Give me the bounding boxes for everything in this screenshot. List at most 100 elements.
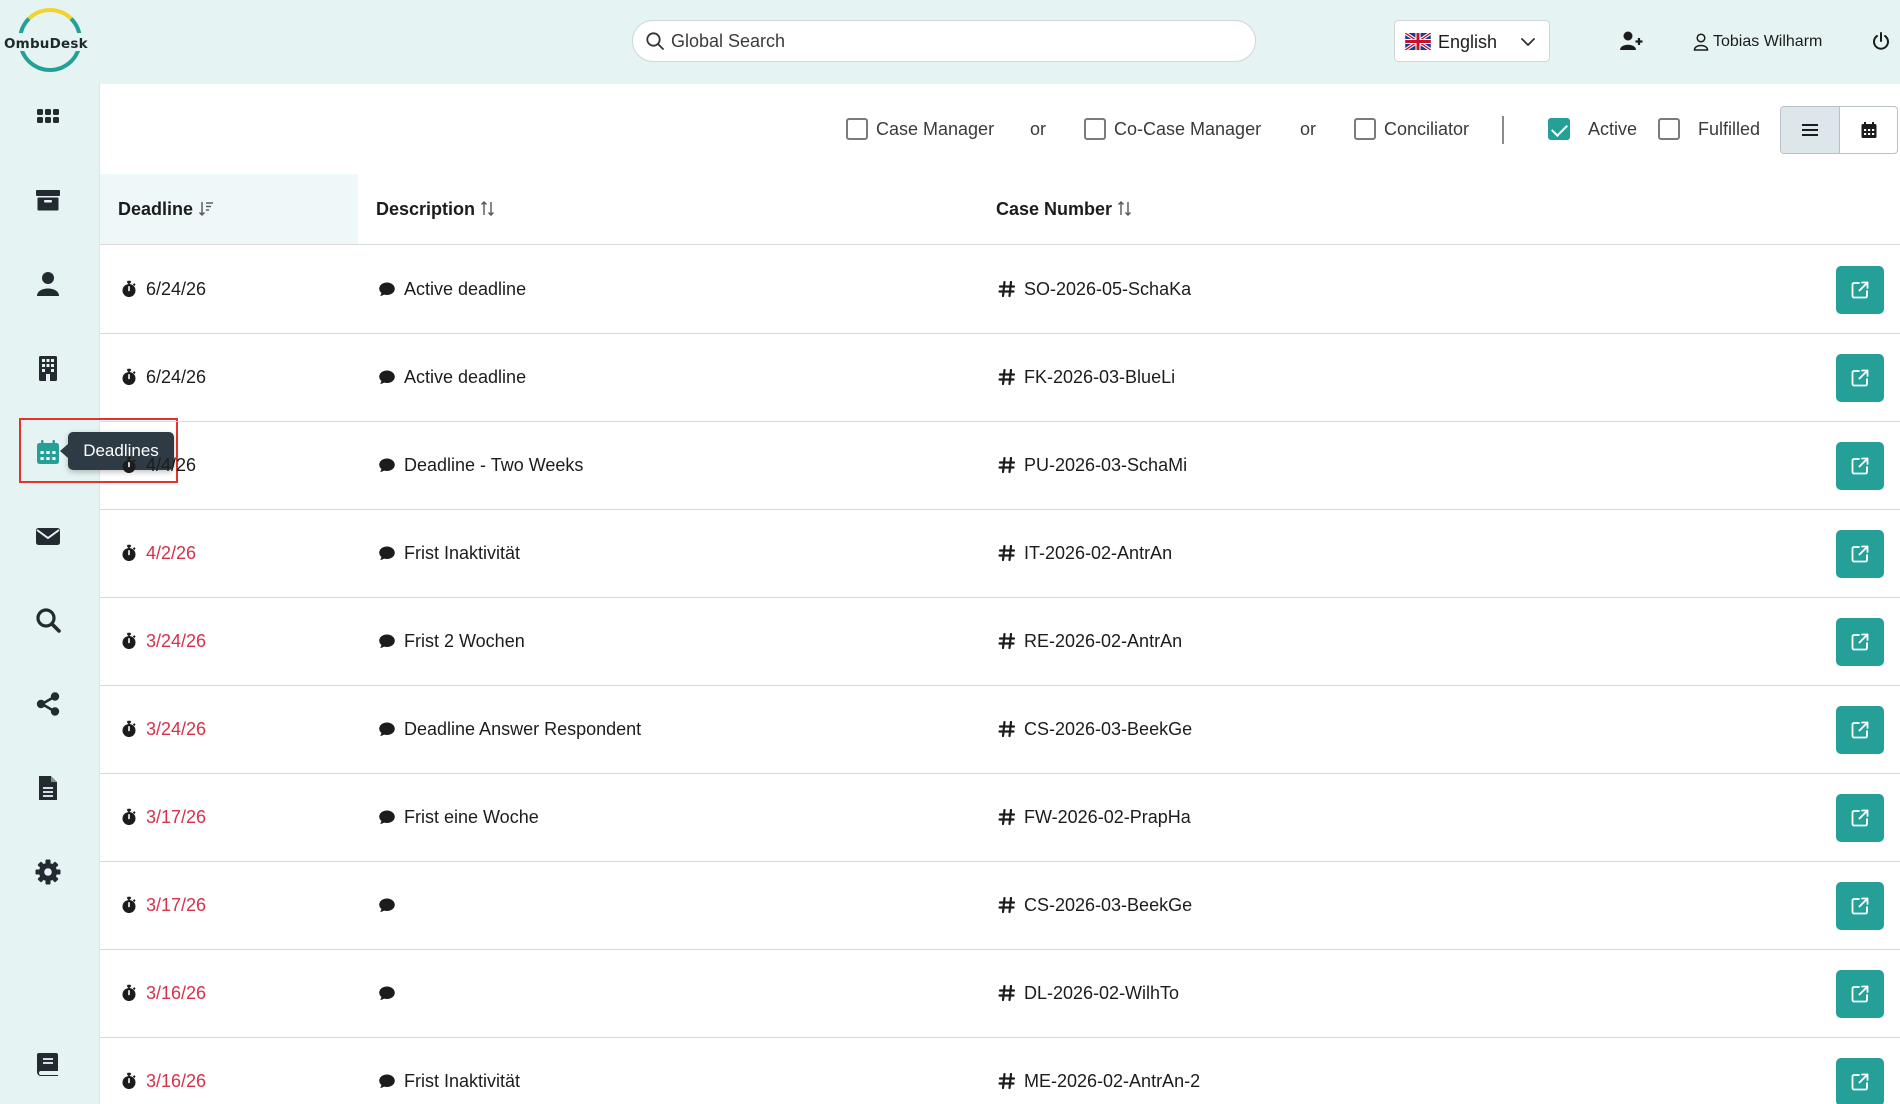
or-separator: or — [1030, 119, 1047, 139]
add-user-icon[interactable] — [1619, 30, 1643, 52]
external-link-icon — [1851, 897, 1869, 915]
sidebar-item-handbook[interactable] — [28, 1044, 68, 1084]
sidebar-item-persons[interactable] — [28, 264, 68, 304]
language-select[interactable]: English — [1394, 20, 1550, 62]
deadline-cell: 4/4/26 — [120, 422, 196, 508]
calendar-view-button[interactable] — [1839, 107, 1897, 153]
fulfilled-checkbox[interactable] — [1658, 118, 1680, 140]
case-number-cell: FK-2026-03-BlueLi — [998, 334, 1175, 420]
comment-icon — [379, 546, 395, 561]
sidebar-item-share[interactable] — [28, 684, 68, 724]
table-row: 4/4/26 Deadline - Two Weeks PU-2026-03-S… — [100, 422, 1900, 510]
gear-icon — [35, 859, 61, 885]
fulfilled-label[interactable]: Fulfilled — [1698, 119, 1760, 140]
hash-icon — [998, 456, 1016, 474]
comment-icon — [379, 1074, 395, 1089]
or-separator: or — [1300, 119, 1317, 139]
case-number-cell: PU-2026-03-SchaMi — [998, 422, 1187, 508]
deadline-date: 6/24/26 — [146, 278, 207, 299]
table-row: 4/2/26 Frist Inaktivität IT-2026-02-Antr… — [100, 510, 1900, 598]
open-case-button[interactable] — [1836, 530, 1884, 578]
case-number-text: FK-2026-03-BlueLi — [1024, 366, 1176, 387]
column-header-description[interactable]: Description — [376, 174, 496, 244]
open-case-button[interactable] — [1836, 706, 1884, 754]
description-cell: Active deadline — [378, 246, 526, 332]
column-header-case-number[interactable]: Case Number — [996, 174, 1133, 244]
table-row: 6/24/26 Active deadline SO-2026-05-SchaK… — [100, 246, 1900, 334]
power-icon[interactable] — [1872, 31, 1890, 51]
deadline-cell: 4/2/26 — [120, 510, 196, 596]
global-search[interactable] — [632, 20, 1256, 62]
open-case-button[interactable] — [1836, 1058, 1884, 1104]
deadline-cell: 3/24/26 — [120, 686, 206, 772]
sidebar-item-documents[interactable] — [28, 768, 68, 808]
stopwatch-icon — [122, 632, 136, 649]
table-row: 3/16/26 DL-2026-02-WilhTo — [100, 950, 1900, 1038]
description-cell: Frist Inaktivität — [378, 1038, 520, 1104]
case-number-text: SO-2026-05-SchaKa — [1024, 278, 1192, 299]
list-view-button[interactable] — [1781, 107, 1839, 153]
case-number-cell: DL-2026-02-WilhTo — [998, 950, 1179, 1036]
chevron-down-icon — [1521, 38, 1535, 46]
external-link-icon — [1851, 809, 1869, 827]
stopwatch-icon — [122, 280, 136, 297]
table-row: 3/24/26 Deadline Answer Respondent CS-20… — [100, 686, 1900, 774]
description-text: Active deadline — [404, 366, 527, 387]
conciliator-label[interactable]: Conciliator — [1384, 119, 1469, 140]
external-link-icon — [1851, 545, 1869, 563]
case-number-cell: CS-2026-03-BeekGe — [998, 862, 1192, 948]
open-case-button[interactable] — [1836, 442, 1884, 490]
book-icon — [37, 1053, 58, 1076]
sidebar-item-settings[interactable] — [28, 852, 68, 892]
active-checkbox[interactable] — [1548, 118, 1570, 140]
hash-icon — [998, 368, 1016, 386]
column-label-description: Description — [376, 198, 476, 219]
description-cell: Deadline Answer Respondent — [378, 686, 641, 772]
deadline-cell: 3/24/26 — [120, 598, 206, 684]
stopwatch-icon — [122, 368, 136, 385]
sidebar-item-messages[interactable] — [28, 516, 68, 556]
active-label[interactable]: Active — [1588, 119, 1637, 140]
column-header-deadline[interactable]: Deadline — [100, 174, 358, 244]
table-row: 6/24/26 Active deadline FK-2026-03-BlueL… — [100, 334, 1900, 422]
global-search-input[interactable] — [671, 26, 1241, 56]
table-row: 3/24/26 Frist 2 Wochen RE-2026-02-AntrAn — [100, 598, 1900, 686]
external-link-icon — [1851, 985, 1869, 1003]
case-number-cell: IT-2026-02-AntrAn — [998, 510, 1172, 596]
open-case-button[interactable] — [1836, 882, 1884, 930]
sidebar-item-organizations[interactable] — [28, 348, 68, 388]
deadline-cell: 3/17/26 — [120, 862, 206, 948]
case-number-text: DL-2026-02-WilhTo — [1024, 982, 1180, 1003]
case-manager-checkbox[interactable] — [846, 118, 868, 140]
conciliator-checkbox[interactable] — [1354, 118, 1376, 140]
hash-icon — [998, 544, 1016, 562]
description-cell: Deadline - Two Weeks — [378, 422, 583, 508]
case-number-text: FW-2026-02-PrapHa — [1024, 806, 1191, 827]
open-case-button[interactable] — [1836, 970, 1884, 1018]
sort-descending-icon — [199, 202, 214, 216]
open-case-button[interactable] — [1836, 618, 1884, 666]
sidebar-item-archive[interactable] — [28, 180, 68, 220]
table-row: 3/17/26 CS-2026-03-BeekGe — [100, 862, 1900, 950]
sidebar-item-search[interactable] — [28, 600, 68, 640]
description-text: Frist 2 Wochen — [404, 630, 525, 651]
ombudesk-logo[interactable]: OmbuDesk — [2, 6, 98, 74]
description-text: Frist Inaktivität — [404, 542, 521, 563]
column-label-case-number: Case Number — [996, 198, 1113, 219]
case-manager-label[interactable]: Case Manager — [876, 119, 994, 140]
share-icon — [36, 692, 60, 716]
comment-icon — [379, 898, 395, 913]
open-case-button[interactable] — [1836, 794, 1884, 842]
open-case-button[interactable] — [1836, 354, 1884, 402]
co-case-manager-checkbox[interactable] — [1084, 118, 1106, 140]
view-toggle — [1780, 106, 1898, 154]
external-link-icon — [1851, 633, 1869, 651]
open-case-button[interactable] — [1836, 266, 1884, 314]
case-number-text: CS-2026-03-BeekGe — [1024, 718, 1193, 739]
hash-icon — [998, 1072, 1016, 1090]
co-case-manager-label[interactable]: Co-Case Manager — [1114, 119, 1261, 140]
deadline-date: 3/24/26 — [146, 630, 207, 651]
uk-flag-icon — [1405, 33, 1431, 50]
external-link-icon — [1851, 281, 1869, 299]
envelope-icon — [36, 528, 60, 545]
